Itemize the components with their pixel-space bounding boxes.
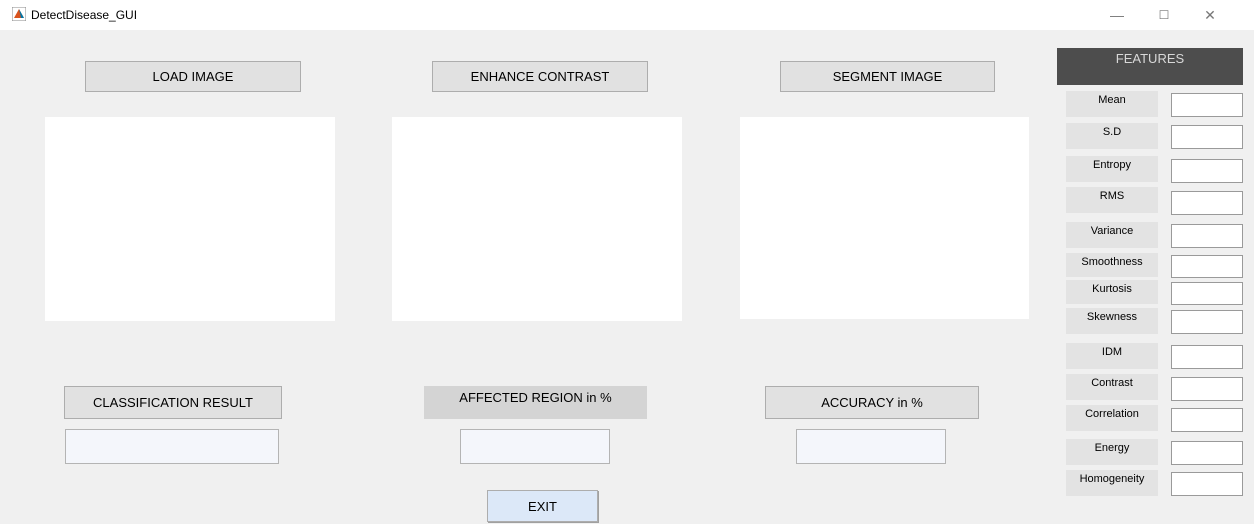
feature-value-rms[interactable] — [1171, 191, 1243, 215]
feature-label-sd: S.D — [1066, 123, 1158, 149]
feature-value-smoothness[interactable] — [1171, 255, 1243, 278]
feature-label-entropy: Entropy — [1066, 156, 1158, 182]
feature-value-contrast[interactable] — [1171, 377, 1243, 401]
feature-value-energy[interactable] — [1171, 441, 1243, 465]
classification-result-field[interactable] — [65, 429, 279, 464]
minimize-button[interactable]: — — [1097, 4, 1137, 26]
accuracy-button[interactable]: ACCURACY in % — [765, 386, 979, 419]
accuracy-field[interactable] — [796, 429, 946, 464]
feature-label-correlation: Correlation — [1066, 405, 1158, 431]
original-image-axes — [45, 117, 335, 321]
feature-value-idm[interactable] — [1171, 345, 1243, 369]
feature-value-kurtosis[interactable] — [1171, 282, 1243, 305]
affected-region-label: AFFECTED REGION in % — [424, 386, 647, 419]
window-titlebar: DetectDisease_GUI — ☐ ✕ — [0, 0, 1254, 30]
window-title: DetectDisease_GUI — [31, 8, 138, 22]
feature-label-homogeneity: Homogeneity — [1066, 470, 1158, 496]
feature-value-variance[interactable] — [1171, 224, 1243, 248]
feature-value-correlation[interactable] — [1171, 408, 1243, 432]
features-header: FEATURES — [1057, 48, 1243, 85]
segmented-image-axes — [740, 117, 1029, 319]
load-image-button[interactable]: LOAD IMAGE — [85, 61, 301, 92]
enhanced-image-axes — [392, 117, 682, 321]
maximize-button[interactable]: ☐ — [1144, 4, 1184, 26]
feature-label-idm: IDM — [1066, 343, 1158, 369]
feature-label-smoothness: Smoothness — [1066, 253, 1158, 277]
feature-label-mean: Mean — [1066, 91, 1158, 117]
feature-label-kurtosis: Kurtosis — [1066, 280, 1158, 304]
feature-value-sd[interactable] — [1171, 125, 1243, 149]
feature-label-variance: Variance — [1066, 222, 1158, 248]
exit-button[interactable]: EXIT — [487, 490, 598, 522]
feature-label-skewness: Skewness — [1066, 308, 1158, 334]
feature-value-entropy[interactable] — [1171, 159, 1243, 183]
feature-label-rms: RMS — [1066, 187, 1158, 213]
feature-label-energy: Energy — [1066, 439, 1158, 465]
feature-value-skewness[interactable] — [1171, 310, 1243, 334]
classification-result-button[interactable]: CLASSIFICATION RESULT — [64, 386, 282, 419]
feature-label-contrast: Contrast — [1066, 374, 1158, 400]
segment-image-button[interactable]: SEGMENT IMAGE — [780, 61, 995, 92]
feature-value-mean[interactable] — [1171, 93, 1243, 117]
affected-region-field[interactable] — [460, 429, 610, 464]
feature-value-homogeneity[interactable] — [1171, 472, 1243, 496]
close-button[interactable]: ✕ — [1190, 4, 1230, 26]
matlab-app-icon — [12, 7, 26, 21]
enhance-contrast-button[interactable]: ENHANCE CONTRAST — [432, 61, 648, 92]
